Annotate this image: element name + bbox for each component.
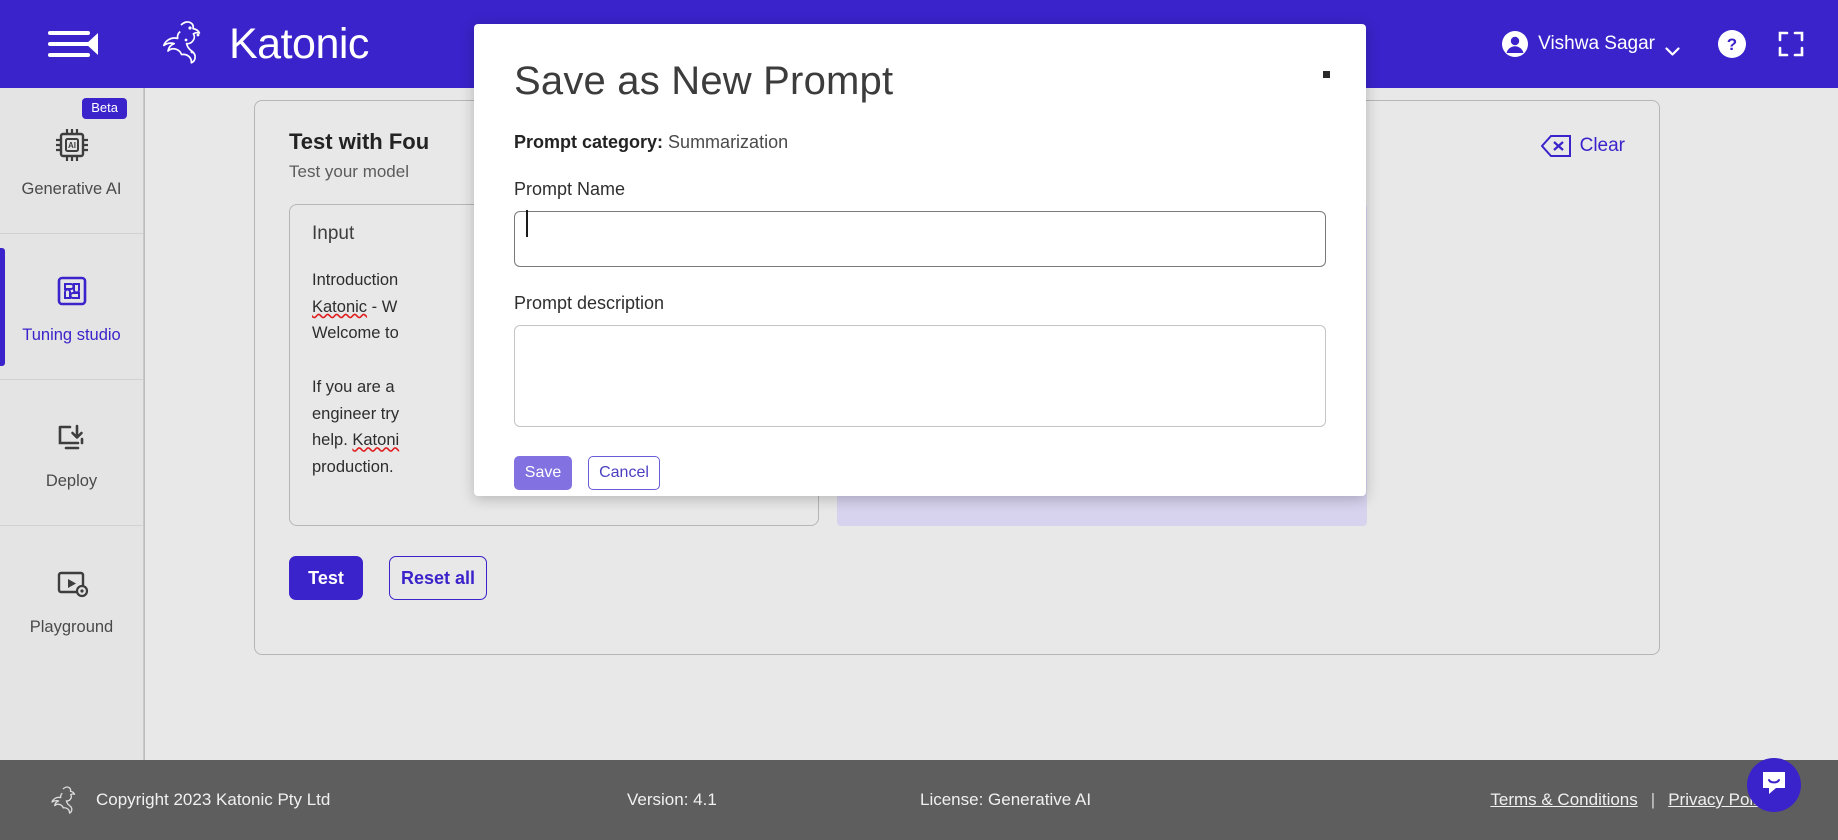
monitor-download-icon: [50, 415, 94, 459]
puzzle-pieces-icon: [50, 269, 94, 313]
svg-text:?: ?: [1727, 35, 1737, 54]
sidebar-item-generative-ai[interactable]: Beta AI Generative AI: [0, 88, 143, 234]
dot-close-icon[interactable]: [1323, 71, 1330, 78]
brand-logo-group[interactable]: Katonic: [157, 19, 369, 69]
kangaroo-logo-icon: [157, 19, 219, 69]
collapse-arrow-icon: [86, 33, 98, 55]
sidebar-item-label: Deploy: [45, 471, 98, 490]
terms-and-conditions-link[interactable]: Terms & Conditions: [1490, 790, 1637, 810]
save-as-new-prompt-dialog: Save as New Prompt Prompt category: Summ…: [474, 24, 1366, 496]
sidebar-item-label: Playground: [29, 618, 114, 636]
text-cursor: [526, 210, 528, 237]
sidebar-item-label: Tuning studio: [22, 325, 121, 344]
footer-copyright-text: Copyright 2023 Katonic Pty Ltd: [96, 790, 331, 809]
dialog-action-row: Save Cancel: [514, 456, 1326, 490]
fullscreen-icon[interactable]: [1778, 31, 1804, 57]
footer-license: License: Generative AI: [920, 790, 1092, 809]
header-right-group: Vishwa Sagar ?: [1490, 23, 1838, 65]
footer-link-separator: |: [1650, 790, 1656, 809]
chevron-down-icon: [1665, 40, 1680, 56]
user-name-label: Vishwa Sagar: [1538, 33, 1655, 54]
app-root: Test with Fou Test your model Clear Inpu…: [0, 0, 1838, 840]
play-settings-icon: [50, 561, 94, 605]
backspace-x-icon: [1540, 135, 1571, 157]
prompt-name-input[interactable]: [514, 211, 1326, 267]
footer-copyright-group: Copyright 2023 Katonic Pty Ltd: [50, 785, 330, 815]
prompt-description-label: Prompt description: [514, 293, 665, 313]
test-button[interactable]: Test: [289, 556, 363, 600]
prompt-category-value: Summarization: [668, 132, 789, 152]
sidebar-item-label: Generative AI: [21, 179, 122, 198]
dialog-save-button[interactable]: Save: [514, 456, 572, 490]
sidebar: Beta AI Generative AI Tuning studio Depl…: [0, 88, 144, 760]
kangaroo-logo-icon: [50, 785, 84, 815]
prompt-description-input[interactable]: [514, 325, 1326, 427]
user-menu-button[interactable]: Vishwa Sagar: [1490, 23, 1692, 65]
avatar: [1502, 31, 1529, 57]
hamburger-bar: [48, 53, 90, 57]
content-left-divider: [144, 88, 145, 760]
footer-links: Terms & Conditions | Privacy Policy: [1490, 790, 1774, 810]
clear-label: Clear: [1579, 135, 1625, 156]
chat-widget-button[interactable]: [1747, 758, 1801, 812]
dialog-title: Save as New Prompt: [514, 59, 894, 103]
dialog-cancel-button[interactable]: Cancel: [588, 456, 660, 490]
footer-version: Version: 4.1: [627, 790, 717, 809]
help-circle-icon[interactable]: ?: [1718, 30, 1746, 58]
reset-all-button[interactable]: Reset all: [389, 556, 487, 600]
card-action-row: Test Reset all: [255, 526, 1659, 600]
clear-button[interactable]: Clear: [1540, 135, 1625, 157]
beta-badge: Beta: [82, 98, 127, 119]
sidebar-item-playground[interactable]: Playground: [0, 526, 143, 672]
prompt-name-label: Prompt Name: [514, 179, 626, 199]
hamburger-bar: [48, 31, 90, 35]
svg-text:AI: AI: [68, 141, 76, 150]
sidebar-item-tuning-studio[interactable]: Tuning studio: [0, 234, 143, 380]
prompt-category-label: Prompt category:: [514, 132, 664, 152]
prompt-category-row: Prompt category: Summarization: [514, 132, 1326, 153]
hamburger-bar: [48, 42, 90, 46]
sidebar-item-deploy[interactable]: Deploy: [0, 380, 143, 526]
app-footer: Copyright 2023 Katonic Pty Ltd Version: …: [0, 760, 1838, 840]
brand-name: Katonic: [229, 19, 369, 68]
hamburger-collapse-icon[interactable]: [48, 27, 98, 61]
cpu-ai-chip-icon: AI: [50, 123, 94, 167]
chat-bubble-smile-icon: [1759, 768, 1789, 803]
